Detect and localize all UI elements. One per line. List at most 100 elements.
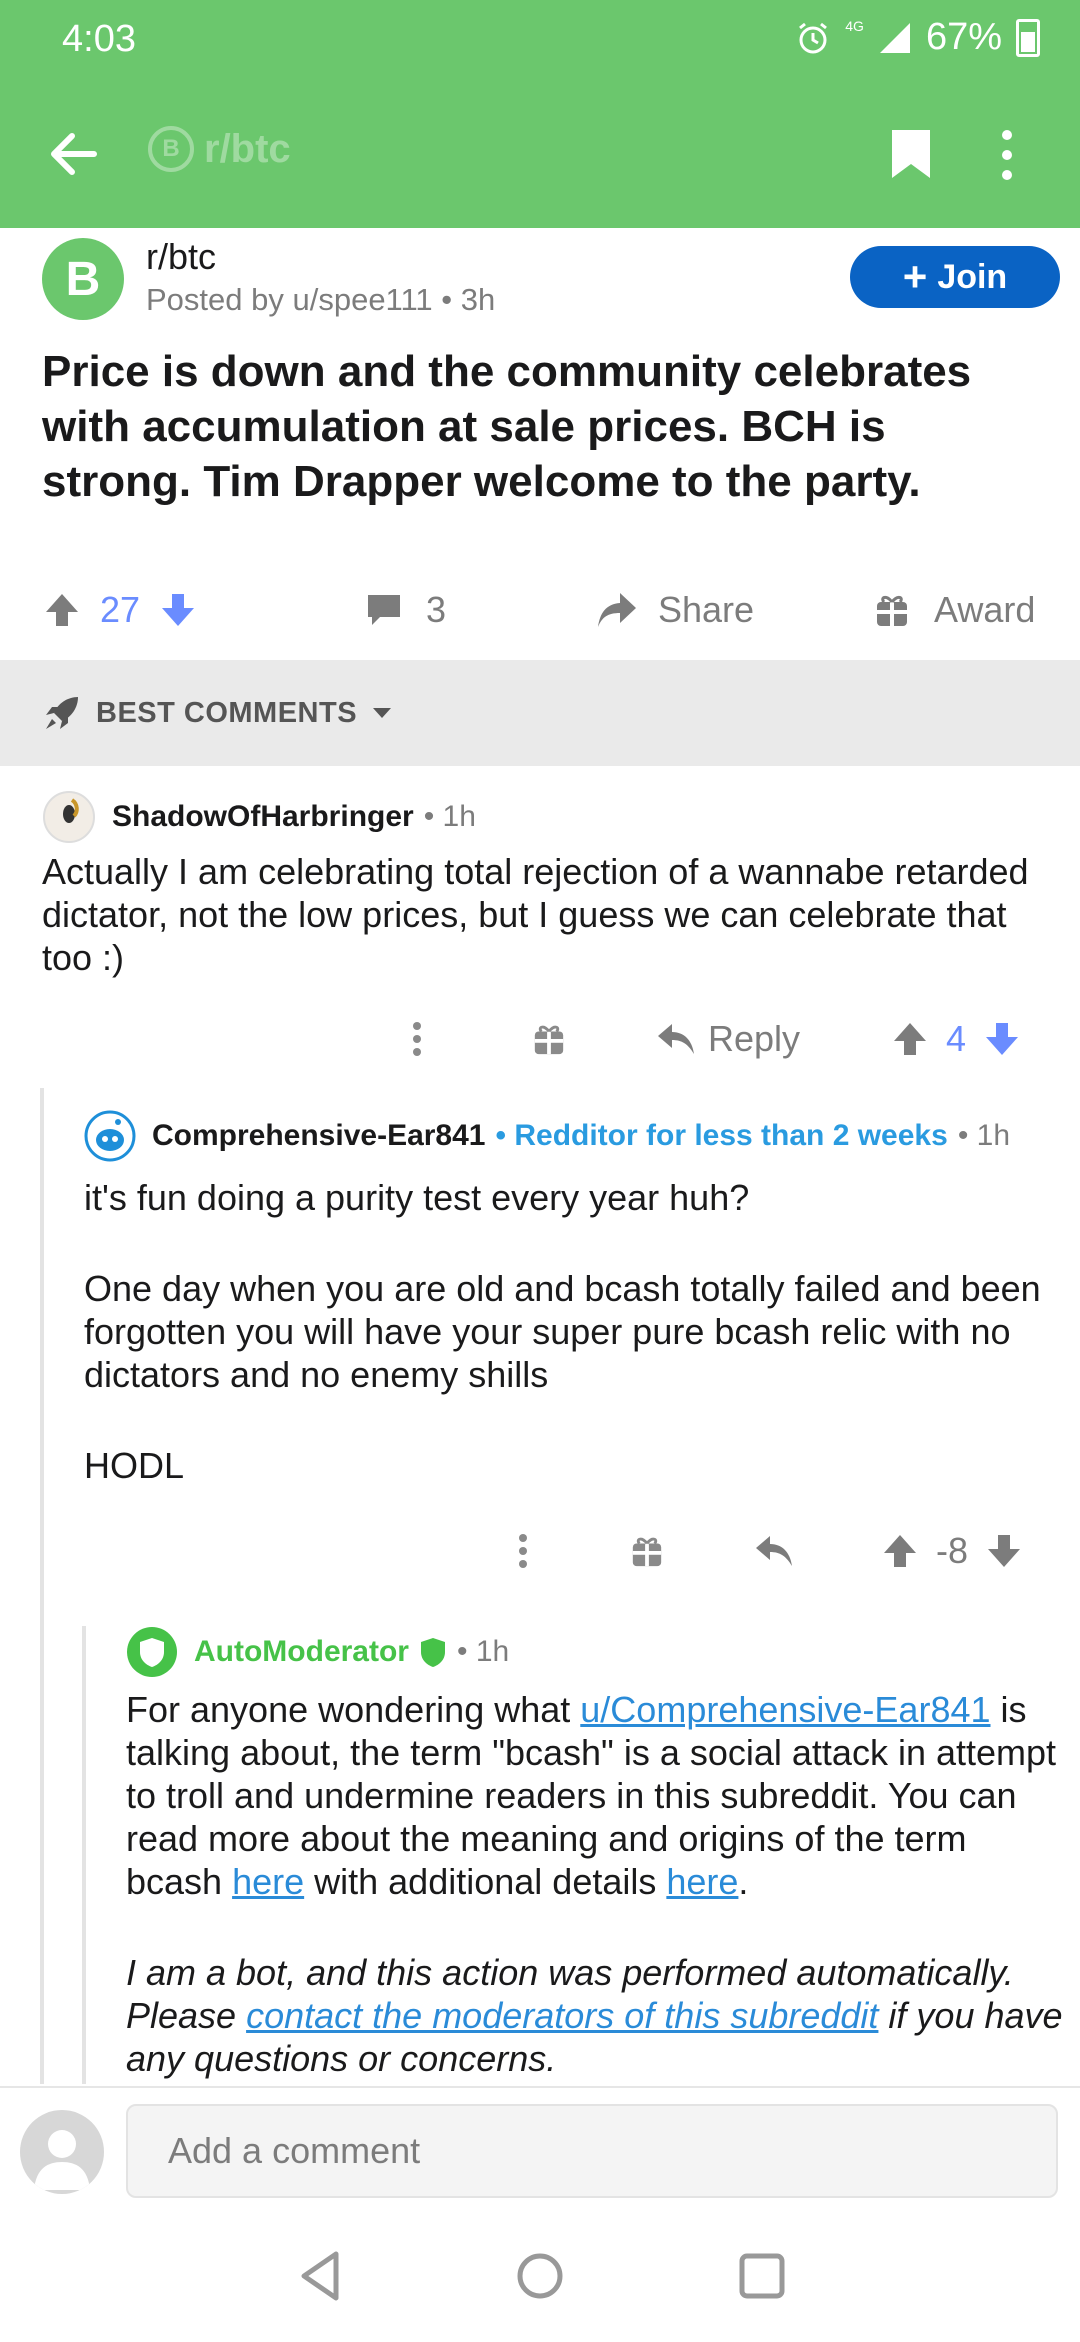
reply-label: Reply xyxy=(708,1018,801,1059)
sort-label: BEST COMMENTS xyxy=(96,696,358,729)
comment-1-body: Actually I am celebrating total rejectio… xyxy=(42,851,1029,978)
mod-shield-avatar-icon[interactable] xyxy=(126,1626,178,1678)
chevron-down-icon xyxy=(373,708,392,718)
gift-icon xyxy=(877,595,907,626)
share-button[interactable]: Share xyxy=(596,572,754,648)
comment-2-actions: -8 xyxy=(0,1516,1080,1586)
reply-icon xyxy=(658,1024,694,1054)
share-label: Share xyxy=(658,589,755,630)
subreddit-name[interactable]: r/btc xyxy=(146,236,216,278)
comment-2-vote-count: -8 xyxy=(936,1530,969,1571)
app-header: 4:03 4G 67% B r/btc xyxy=(0,0,1080,228)
comment-2-body: it's fun doing a purity test every year … xyxy=(84,1176,1064,1487)
comment-1-award[interactable] xyxy=(532,1004,566,1074)
comment-3-paragraph-1: For anyone wondering what u/Comprehensiv… xyxy=(126,1688,1066,1903)
comment-2-more[interactable] xyxy=(518,1516,528,1586)
thread-line-2[interactable] xyxy=(82,1626,86,2084)
comment-3-time: • 1h xyxy=(456,1635,510,1668)
nav-back-icon[interactable] xyxy=(292,2248,348,2304)
current-user-avatar[interactable] xyxy=(20,2110,104,2194)
post-vote-group: 27 xyxy=(44,572,196,648)
comment-3-text: For anyone wondering what xyxy=(126,1689,581,1730)
post-vote-count: 27 xyxy=(100,589,141,630)
more-vertical-icon xyxy=(519,1534,527,1568)
alarm-icon xyxy=(799,22,828,53)
upvote-icon[interactable] xyxy=(882,1533,918,1569)
rocket-icon xyxy=(46,697,78,729)
comment-composer-bar: Add a comment xyxy=(0,2086,1080,2342)
comment-3-body: For anyone wondering what u/Comprehensiv… xyxy=(126,1688,1066,2080)
reply-icon xyxy=(756,1536,792,1566)
comment-2-award[interactable] xyxy=(630,1516,664,1586)
comment-2-paragraph-2: One day when you are old and bcash total… xyxy=(84,1268,1041,1395)
subreddit-coin-icon: B xyxy=(148,126,194,172)
upvote-icon[interactable] xyxy=(44,592,80,628)
back-arrow-icon[interactable] xyxy=(44,124,104,184)
nav-recents-icon[interactable] xyxy=(734,2248,790,2304)
comment-3-author[interactable]: AutoModerator xyxy=(194,1635,409,1669)
add-comment-input[interactable]: Add a comment xyxy=(126,2104,1058,2198)
join-label: Join xyxy=(937,257,1008,296)
comment-3-meta: AutoModerator • 1h xyxy=(126,1626,509,1678)
user-mention-link[interactable]: u/Comprehensive-Ear841 xyxy=(580,1689,990,1730)
comment-sort-bar[interactable]: BEST COMMENTS xyxy=(0,660,1080,766)
status-time: 4:03 xyxy=(62,18,136,60)
comment-2-author[interactable]: Comprehensive-Ear841 xyxy=(152,1119,486,1153)
comment-2-paragraph-3: HODL xyxy=(84,1445,185,1486)
header-subreddit-name: r/btc xyxy=(204,126,291,171)
comment-2-paragraph-1: it's fun doing a purity test every year … xyxy=(84,1177,750,1218)
user-avatar-icon[interactable] xyxy=(42,790,96,844)
snoo-avatar-icon[interactable] xyxy=(84,1110,136,1162)
here-link-2[interactable]: here xyxy=(666,1861,738,1902)
status-icons: 4G 67% xyxy=(795,16,1040,59)
post-author-time: Posted by u/spee111 • 3h xyxy=(146,282,496,317)
upvote-icon[interactable] xyxy=(892,1021,928,1057)
network-label: 4G xyxy=(845,17,864,34)
here-link-1[interactable]: here xyxy=(232,1861,304,1902)
comment-1-author[interactable]: ShadowOfHarbringer xyxy=(112,800,414,834)
comments-button[interactable]: 3 xyxy=(364,572,446,648)
join-button[interactable]: + Join xyxy=(850,246,1060,308)
comment-1-actions: Reply 4 xyxy=(0,1004,1080,1074)
comment-3-text: with additional details xyxy=(304,1861,667,1902)
downvote-icon[interactable] xyxy=(984,1021,1020,1057)
comment-1-reply-button[interactable]: Reply xyxy=(656,1004,800,1074)
plus-icon: + xyxy=(902,253,928,300)
subreddit-avatar[interactable]: B xyxy=(42,238,124,320)
gift-icon xyxy=(534,1025,564,1055)
comment-1-votes: 4 xyxy=(892,1004,1020,1074)
downvote-icon[interactable] xyxy=(986,1533,1022,1569)
comment-1-time: • 1h xyxy=(423,800,476,833)
comment-3-text: . xyxy=(738,1861,749,1902)
share-icon xyxy=(598,593,636,627)
battery-icon xyxy=(1016,18,1040,57)
post-action-bar: 27 3 Share Award xyxy=(0,572,1080,648)
moderator-shield-icon xyxy=(420,1638,445,1667)
award-label: Award xyxy=(934,589,1036,630)
comment-1-vote-count: 4 xyxy=(946,1018,967,1059)
gift-icon xyxy=(632,1537,662,1567)
award-button[interactable]: Award xyxy=(874,572,1035,648)
contact-moderators-link[interactable]: contact the moderators of this subreddit xyxy=(246,1995,878,2036)
comments-count: 3 xyxy=(426,589,447,630)
more-options-icon[interactable] xyxy=(1000,128,1014,182)
thread-line-1[interactable] xyxy=(40,1088,44,2084)
comment-1-more[interactable] xyxy=(412,1004,422,1074)
battery-percent: 67% xyxy=(925,16,1002,58)
post-title: Price is down and the community celebrat… xyxy=(42,347,972,506)
comment-2-meta: Comprehensive-Ear841 • Redditor for less… xyxy=(84,1110,1010,1162)
comment-3-paragraph-2: I am a bot, and this action was performe… xyxy=(126,1951,1066,2080)
downvote-icon[interactable] xyxy=(160,592,196,628)
comment-2-votes: -8 xyxy=(882,1516,1022,1586)
post-header: B r/btc Posted by u/spee111 • 3h + Join xyxy=(42,232,1060,322)
signal-icon xyxy=(879,22,910,53)
comment-2-time: • 1h xyxy=(957,1119,1011,1152)
comment-2-flair: • Redditor for less than 2 weeks xyxy=(495,1119,948,1152)
bookmark-icon[interactable] xyxy=(888,126,934,182)
nav-home-icon[interactable] xyxy=(512,2248,568,2304)
header-subreddit: B r/btc xyxy=(148,126,291,172)
comment-2-reply-button[interactable] xyxy=(754,1516,794,1586)
comment-1-meta: ShadowOfHarbringer • 1h xyxy=(42,790,476,844)
comment-icon xyxy=(368,595,400,625)
more-vertical-icon xyxy=(413,1022,421,1056)
